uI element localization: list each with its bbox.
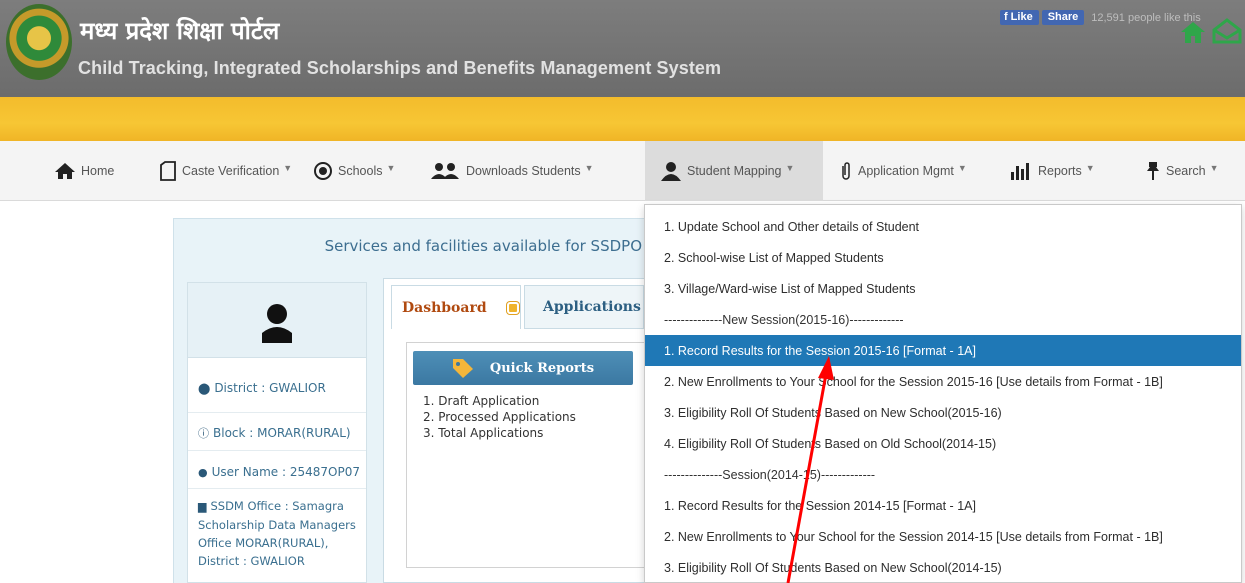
office-line-4: District : GWALIOR xyxy=(198,554,305,568)
menu-item-eligibility-old-school-2014-15[interactable]: 4. Eligibility Roll Of Students Based on… xyxy=(645,428,1241,459)
portal-subtitle: Child Tracking, Integrated Scholarships … xyxy=(78,58,722,78)
tab-applications-label: Applications xyxy=(543,299,641,315)
chevron-down-icon: ▼ xyxy=(283,163,293,173)
menu-item-village-ward-list[interactable]: 3. Village/Ward-wise List of Mapped Stud… xyxy=(645,273,1241,304)
nav-reports-label: Reports xyxy=(1038,164,1082,178)
profile-block: ⓘ Block : MORAR(RURAL) xyxy=(188,413,366,451)
services-title: Services and facilities available for SS… xyxy=(324,237,642,255)
target-icon xyxy=(314,162,332,180)
facebook-icon: f xyxy=(1004,11,1008,23)
nav-search-label: Search xyxy=(1166,164,1206,178)
users-icon xyxy=(431,163,459,179)
bar-chart-icon xyxy=(1011,163,1029,180)
menu-item-update-school-details[interactable]: 1. Update School and Other details of St… xyxy=(645,211,1241,242)
profile-card: ⬤ District : GWALIOR ⓘ Block : MORAR(RURAL… xyxy=(187,282,367,583)
nav-student-mapping-label: Student Mapping xyxy=(687,164,782,178)
quick-report-item[interactable]: 2. Processed Applications xyxy=(423,409,576,425)
profile-username: ● User Name : 25487OP07 xyxy=(188,451,366,489)
user-small-icon: ● xyxy=(198,466,208,479)
tab-applications[interactable]: Applications xyxy=(524,285,644,329)
mp-emblem-logo xyxy=(6,4,72,80)
quick-reports-title: Quick Reports xyxy=(489,360,595,376)
menu-separator-new-session: --------------New Session(2015-16)------… xyxy=(664,312,904,327)
paperclip-icon xyxy=(842,162,850,180)
nav-application-mgmt[interactable]: Application Mgmt ▼ xyxy=(840,141,967,201)
quick-reports-header: Quick Reports xyxy=(413,351,633,385)
nav-search[interactable]: Search ▼ xyxy=(1146,141,1219,201)
menu-item-record-results-2014-15[interactable]: 1. Record Results for the Session 2014-1… xyxy=(645,490,1241,521)
profile-district: ⬤ District : GWALIOR xyxy=(188,361,366,413)
office-line-3: Office MORAR(RURAL), xyxy=(198,536,329,550)
mail-icon[interactable] xyxy=(1212,18,1242,44)
header-band xyxy=(0,97,1245,141)
nav-schools[interactable]: Schools ▼ xyxy=(314,141,395,201)
menu-item-record-results-2015-16[interactable]: 1. Record Results for the Session 2015-1… xyxy=(645,335,1241,366)
avatar-user-icon xyxy=(262,304,292,343)
menu-item-new-enrollments-2014-15[interactable]: 2. New Enrollments to Your School for th… xyxy=(645,521,1241,552)
profile-avatar-area xyxy=(188,283,366,358)
home-icon xyxy=(55,163,75,179)
chevron-down-icon: ▼ xyxy=(386,163,396,173)
profile-office: ▆ SSDM Office : Samagra Scholarship Data … xyxy=(188,493,366,583)
services-banner: Services and facilities available for SS… xyxy=(173,218,653,273)
tag-icon xyxy=(453,359,473,378)
facebook-widget: f Like Share 12,591 people like this xyxy=(1000,10,1201,25)
block-text: Block : MORAR(RURAL) xyxy=(213,426,351,440)
fb-like-button[interactable]: f Like xyxy=(1000,10,1039,25)
building-icon: ▆ xyxy=(198,500,207,513)
notification-badge-icon xyxy=(506,301,519,314)
quick-report-item[interactable]: 3. Total Applications xyxy=(423,425,576,441)
student-mapping-dropdown: 1. Update School and Other details of St… xyxy=(644,204,1242,583)
main-nav: Home Caste Verification ▼ Schools ▼ Downlo… xyxy=(0,141,1245,201)
office-line-1: SSDM Office : Samagra xyxy=(210,499,344,513)
nav-student-mapping[interactable]: Student Mapping ▼ xyxy=(645,141,823,201)
username-text: User Name : 25487OP07 xyxy=(211,465,360,479)
tab-dashboard-label: Dashboard xyxy=(402,299,487,316)
info-icon: ⓘ xyxy=(198,427,209,440)
chevron-down-icon: ▼ xyxy=(1209,163,1219,173)
chevron-down-icon: ▼ xyxy=(1085,163,1095,173)
home-icon[interactable] xyxy=(1180,20,1206,44)
nav-application-label: Application Mgmt xyxy=(858,164,954,178)
nav-downloads-label: Downloads Students xyxy=(466,164,581,178)
map-marker-icon: ⬤ xyxy=(198,382,211,395)
document-icon xyxy=(160,161,176,181)
district-text: District : GWALIOR xyxy=(214,381,326,395)
fb-like-label: Like xyxy=(1010,11,1033,23)
menu-item-new-enrollments-2015-16[interactable]: 2. New Enrollments to Your School for th… xyxy=(645,366,1241,397)
chevron-down-icon: ▼ xyxy=(957,163,967,173)
office-line-2: Scholarship Data Managers xyxy=(198,518,356,532)
chevron-down-icon: ▼ xyxy=(584,163,594,173)
chevron-down-icon: ▼ xyxy=(785,163,795,173)
nav-schools-label: Schools xyxy=(338,164,383,178)
site-header: मध्य प्रदेश शिक्षा पोर्टल Child Tracking… xyxy=(0,0,1245,97)
fb-share-button[interactable]: Share xyxy=(1041,10,1085,25)
menu-item-school-wise-list[interactable]: 2. School-wise List of Mapped Students xyxy=(645,242,1241,273)
pin-icon xyxy=(1147,162,1159,180)
tab-dashboard[interactable]: Dashboard xyxy=(391,285,521,329)
nav-home[interactable]: Home xyxy=(55,141,114,201)
quick-reports-box: Quick Reports 1. Draft Application 2. Pr… xyxy=(406,342,646,568)
menu-separator-session-2014-15: --------------Session(2014-15)----------… xyxy=(664,467,876,482)
nav-reports[interactable]: Reports ▼ xyxy=(1010,141,1095,201)
portal-title: मध्य प्रदेश शिक्षा पोर्टल xyxy=(80,17,280,45)
menu-item-eligibility-new-school-2015-16[interactable]: 3. Eligibility Roll Of Students Based on… xyxy=(645,397,1241,428)
nav-caste-verification[interactable]: Caste Verification ▼ xyxy=(160,141,292,201)
quick-report-item[interactable]: 1. Draft Application xyxy=(423,393,576,409)
quick-reports-list: 1. Draft Application 2. Processed Applic… xyxy=(423,393,576,441)
menu-item-eligibility-new-school-2014-15[interactable]: 3. Eligibility Roll Of Students Based on… xyxy=(645,552,1241,583)
user-icon xyxy=(661,162,681,181)
nav-caste-label: Caste Verification xyxy=(182,164,280,178)
nav-downloads-students[interactable]: Downloads Students ▼ xyxy=(430,141,594,201)
nav-home-label: Home xyxy=(81,164,115,178)
